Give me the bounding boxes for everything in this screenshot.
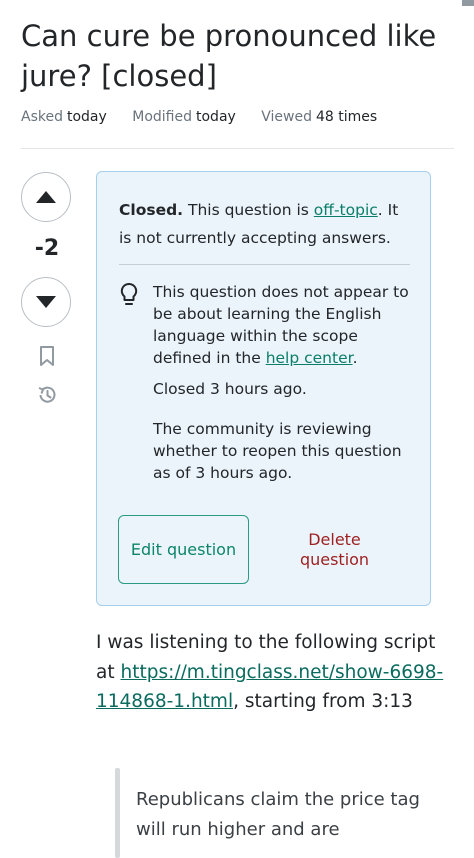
question-meta: Asked today Modified today Viewed 48 times [21,108,398,126]
quote-bar [115,768,120,858]
title-divider [21,148,454,149]
viewed-group: Viewed 48 times [261,108,377,126]
closed-notice: Closed. This question is off-topic. It i… [96,171,431,606]
top-strip [0,0,474,8]
off-topic-link[interactable]: off-topic [314,201,378,219]
close-reason-end: . [352,349,358,367]
top-strip-corner [462,0,474,6]
bookmark-icon[interactable] [36,345,58,367]
history-icon[interactable] [36,384,58,406]
lightbulb-icon [120,282,138,305]
notice-divider [119,264,410,265]
help-center-link[interactable]: help center [266,349,353,367]
vote-count: -2 [34,236,60,261]
modified-group[interactable]: Modified today [132,108,236,126]
triangle-up-icon [36,191,56,203]
blockquote: Republicans claim the price tag will run… [115,768,460,858]
edit-question-button[interactable]: Edit question [118,515,249,584]
body-after-link: , starting from 3:13 [233,691,413,712]
closed-text-1: This question is [183,201,314,219]
viewed-value: 48 times [316,109,378,125]
triangle-down-icon [36,296,56,308]
modified-value[interactable]: today [196,109,236,125]
upvote-button[interactable] [21,172,71,222]
quote-text: Republicans claim the price tag will run… [136,789,420,840]
asked-value: today [66,109,107,125]
review-status: The community is reviewing whether to re… [153,420,402,482]
closed-label: Closed. [119,201,184,219]
closed-time: Closed 3 hours ago. [153,380,307,398]
close-reason: This question does not appear to be abou… [153,281,413,369]
closed-notice-header: Closed. This question is off-topic. It i… [119,196,409,252]
modified-label: Modified [132,109,192,125]
viewed-label: Viewed [261,109,312,125]
question-title[interactable]: Can cure be pronounced like jure? [close… [21,16,461,96]
question-body: I was listening to the following script … [96,628,446,717]
downvote-button[interactable] [21,277,71,327]
asked-group: Asked today [21,108,107,126]
delete-question-button[interactable]: Delete question [273,515,396,584]
asked-label: Asked [21,109,63,125]
